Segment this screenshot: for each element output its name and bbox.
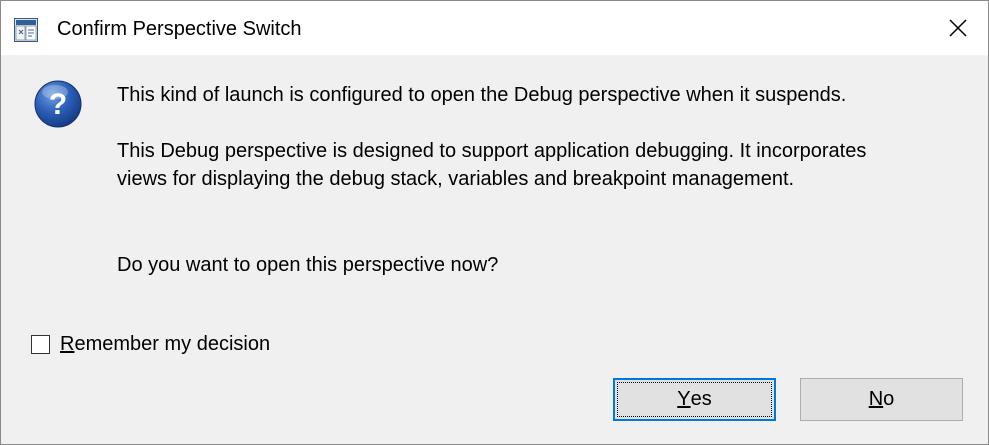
no-mnemonic: N	[868, 388, 884, 410]
no-button[interactable]: No	[800, 378, 963, 421]
checkbox-box[interactable]	[31, 334, 50, 354]
message-line-question: Do you want to open this perspective now…	[117, 254, 499, 276]
question-icon: ?	[34, 80, 82, 128]
message-line-description: This Debug perspective is designed to su…	[117, 140, 867, 190]
focus-rectangle	[617, 382, 772, 417]
remember-mnemonic: R	[60, 332, 75, 355]
eclipse-window-icon	[14, 18, 38, 42]
remember-decision-checkbox[interactable]: Remember my decision	[31, 329, 270, 359]
close-button[interactable]	[928, 1, 988, 55]
confirm-perspective-switch-dialog: Confirm Perspective Switch ? This kind o…	[0, 0, 989, 445]
svg-text:?: ?	[49, 88, 67, 121]
yes-button[interactable]: Yes	[613, 378, 776, 421]
close-icon	[949, 19, 967, 37]
message-line-launch: This kind of launch is configured to ope…	[117, 84, 847, 106]
no-label-rest: o	[883, 388, 895, 410]
remember-label-rest: emember my decision	[74, 332, 271, 355]
title-bar: Confirm Perspective Switch	[1, 1, 988, 55]
remember-decision-label: Remember my decision	[60, 333, 270, 356]
window-title: Confirm Perspective Switch	[57, 18, 302, 40]
